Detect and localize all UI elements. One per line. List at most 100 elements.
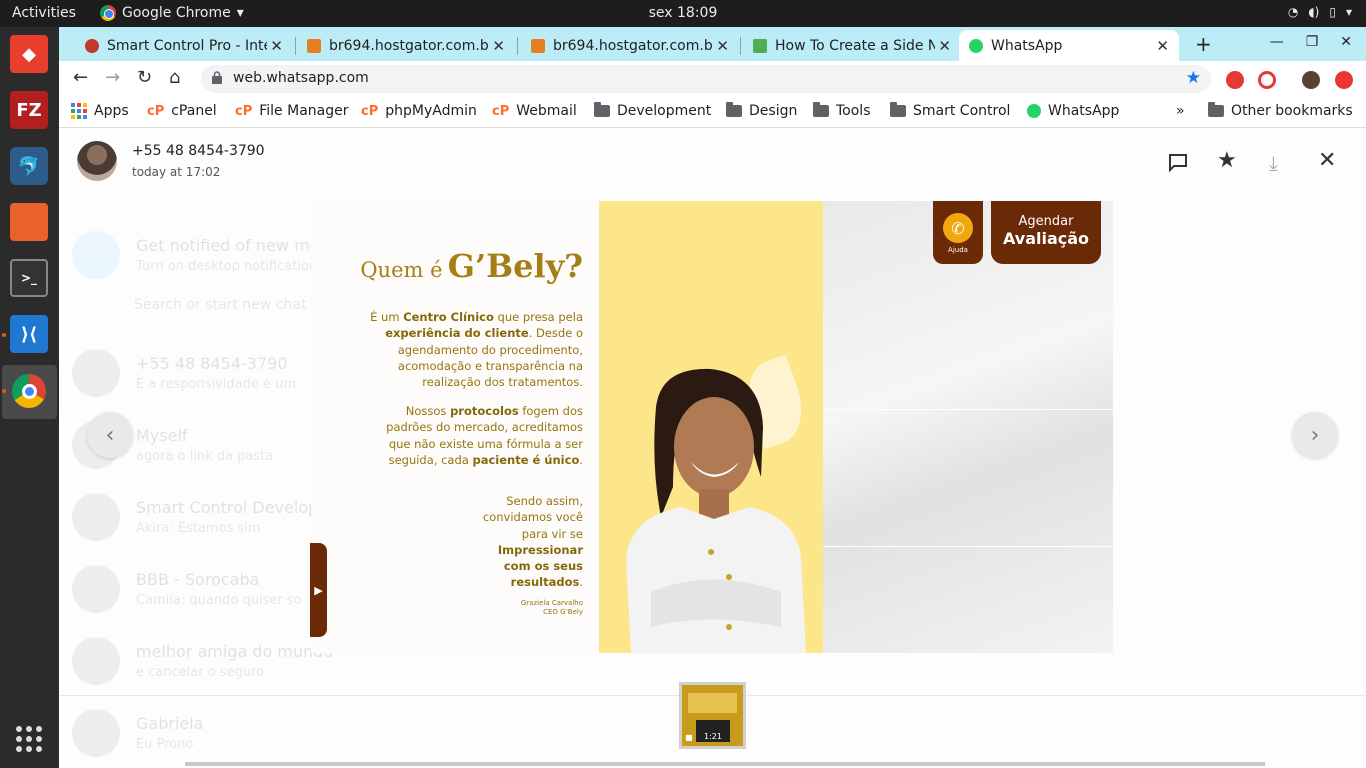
chrome-dock-icon[interactable] (10, 372, 48, 410)
doctor-photo (626, 368, 806, 653)
folder-icon (890, 102, 906, 117)
lock-icon (212, 71, 222, 84)
bookmark-whatsapp[interactable]: WhatsApp (1027, 103, 1119, 119)
anydesk-icon[interactable]: ◆ (10, 35, 48, 73)
tab-hostgator-2[interactable]: br694.hostgator.com.b ✕ (521, 30, 739, 61)
close-icon[interactable]: ✕ (270, 37, 283, 55)
video-camera-icon: ■ (685, 733, 693, 742)
close-icon[interactable]: ✕ (1318, 148, 1336, 173)
filezilla-icon[interactable]: FZ (10, 91, 48, 129)
app-menu[interactable]: Google Chrome ▾ (100, 5, 244, 21)
bookmark-design[interactable]: Design (726, 102, 797, 119)
favicon-icon (307, 38, 321, 53)
list-item: Smart Control Developer Akira: Estamos si… (72, 493, 335, 541)
promo-paragraph-3: Sendo assim, convidamos você para vir se… (482, 494, 583, 590)
more-bookmarks-icon[interactable]: » (1176, 103, 1185, 119)
message-time: today at 17:02 (132, 165, 221, 179)
schedule-button: Agendar Avaliação (991, 201, 1101, 264)
media-viewer-header: +55 48 8454-3790 today at 17:02 ★ ⤓ ✕ (59, 129, 1366, 193)
tab-whatsapp[interactable]: WhatsApp ✕ (959, 30, 1179, 61)
close-icon[interactable]: ✕ (492, 37, 505, 55)
close-icon[interactable]: ✕ (938, 37, 951, 55)
promo-title-prefix: Quem é (360, 258, 443, 282)
mysql-workbench-icon[interactable]: 🐬 (10, 147, 48, 185)
media-thumbnail[interactable]: ■ 1:21 (679, 682, 746, 749)
bookmark-file-manager[interactable]: cP File Manager (235, 103, 348, 119)
vscode-icon[interactable]: ⟩⟨ (10, 315, 48, 353)
signature: Graziela Carvalho CEO G’Bely (520, 599, 583, 616)
go-to-message-icon[interactable] (1167, 151, 1189, 178)
promo-text-panel: Quem é G’Bely? É um Centro Clínico que p… (311, 201, 601, 653)
show-applications-icon[interactable] (16, 726, 42, 752)
tab-title: br694.hostgator.com.b (553, 37, 713, 54)
list-item: +55 48 8454-3790 E a responsividade é um (72, 349, 296, 397)
promo-paragraph-1: É um Centro Clínico que presa pela exper… (370, 310, 583, 390)
folder-icon (1208, 102, 1224, 117)
back-icon[interactable]: ← (73, 67, 88, 88)
dock: ◆ FZ 🐬 >_ ⟩⟨ (0, 27, 59, 768)
volume-icon: ◖) (1308, 5, 1320, 19)
close-icon[interactable]: ✕ (716, 37, 729, 55)
files-icon[interactable] (10, 203, 48, 241)
tab-hostgator-1[interactable]: br694.hostgator.com.b ✕ (297, 30, 515, 61)
home-icon[interactable]: ⌂ (169, 67, 180, 88)
terminal-icon[interactable]: >_ (10, 259, 48, 297)
new-tab-button[interactable]: + (1195, 32, 1212, 56)
bookmark-webmail[interactable]: cP Webmail (492, 103, 577, 119)
close-icon[interactable]: ✕ (1156, 37, 1169, 55)
bookmark-apps[interactable]: Apps (71, 103, 129, 119)
whatsapp-page: Get notified of new messages Turn on desk… (59, 129, 1366, 768)
cpanel-icon: cP (492, 103, 510, 119)
extension-adblock-icon[interactable] (1258, 71, 1276, 89)
tab-title: WhatsApp (991, 37, 1063, 54)
background-photos (823, 201, 1113, 653)
tab-title: How To Create a Side N (775, 37, 935, 54)
promo-title-brand: G’Bely? (447, 247, 583, 285)
bookmark-star-icon[interactable]: ★ (1186, 68, 1201, 88)
avatar[interactable] (77, 141, 117, 181)
wifi-icon: ◔ (1287, 5, 1299, 19)
profile-avatar[interactable] (1302, 71, 1320, 89)
bookmark-phpmyadmin[interactable]: cP phpMyAdmin (361, 103, 477, 119)
bookmark-cpanel[interactable]: cP cPanel (147, 103, 217, 119)
activities-button[interactable]: Activities (12, 5, 76, 21)
battery-icon: ▯ (1329, 5, 1336, 19)
app-name: Google Chrome (122, 5, 231, 21)
tab-side-nav[interactable]: How To Create a Side N ✕ (743, 30, 961, 61)
chrome-window: Smart Control Pro - Inte ✕ br694.hostgat… (59, 27, 1366, 768)
previous-media-button[interactable]: ‹ (87, 412, 133, 458)
close-window-icon[interactable]: ✕ (1340, 34, 1352, 50)
minimize-icon[interactable]: — (1270, 34, 1284, 50)
browser-toolbar: ← → ↻ ⌂ web.whatsapp.com ★ (59, 61, 1366, 97)
extension-youtube-icon[interactable] (1226, 71, 1244, 89)
running-indicator (2, 333, 6, 337)
system-tray[interactable]: ◔ ◖) ▯ ▾ (1288, 5, 1352, 19)
forward-icon[interactable]: → (105, 67, 120, 88)
next-media-button[interactable]: › (1292, 412, 1338, 458)
download-icon[interactable]: ⤓ (1269, 151, 1278, 175)
tab-smart-control[interactable]: Smart Control Pro - Inte ✕ (75, 30, 293, 61)
bookmark-label: Smart Control (913, 103, 1011, 119)
bookmark-development[interactable]: Development (594, 102, 712, 119)
folder-icon (594, 102, 610, 117)
bookmark-label: Development (617, 103, 712, 119)
bookmark-label: Other bookmarks (1231, 103, 1353, 119)
search-placeholder: Search or start new chat (134, 297, 307, 313)
favicon-icon (531, 38, 545, 53)
address-bar[interactable]: web.whatsapp.com ★ (201, 65, 1211, 93)
star-icon[interactable]: ★ (1217, 148, 1237, 173)
url-text: web.whatsapp.com (233, 70, 369, 86)
list-item: melhor amiga do mundo e cancelar o seguro (72, 637, 333, 685)
media-image: Quem é G’Bely? É um Centro Clínico que p… (311, 201, 1113, 653)
reload-icon[interactable]: ↻ (137, 67, 152, 88)
bookmark-other[interactable]: Other bookmarks (1208, 102, 1353, 119)
list-item: BBB - Sorocaba Camila: quando quiser so (72, 565, 302, 613)
update-icon[interactable] (1335, 71, 1353, 89)
folder-icon (813, 102, 829, 117)
bookmark-smart-control[interactable]: Smart Control (890, 102, 1011, 119)
maximize-icon[interactable]: ❐ (1306, 34, 1319, 50)
video-duration: 1:21 (704, 732, 722, 741)
horizontal-scrollbar[interactable] (185, 762, 1265, 766)
bookmark-tools[interactable]: Tools (813, 102, 871, 119)
running-indicator (2, 389, 6, 393)
